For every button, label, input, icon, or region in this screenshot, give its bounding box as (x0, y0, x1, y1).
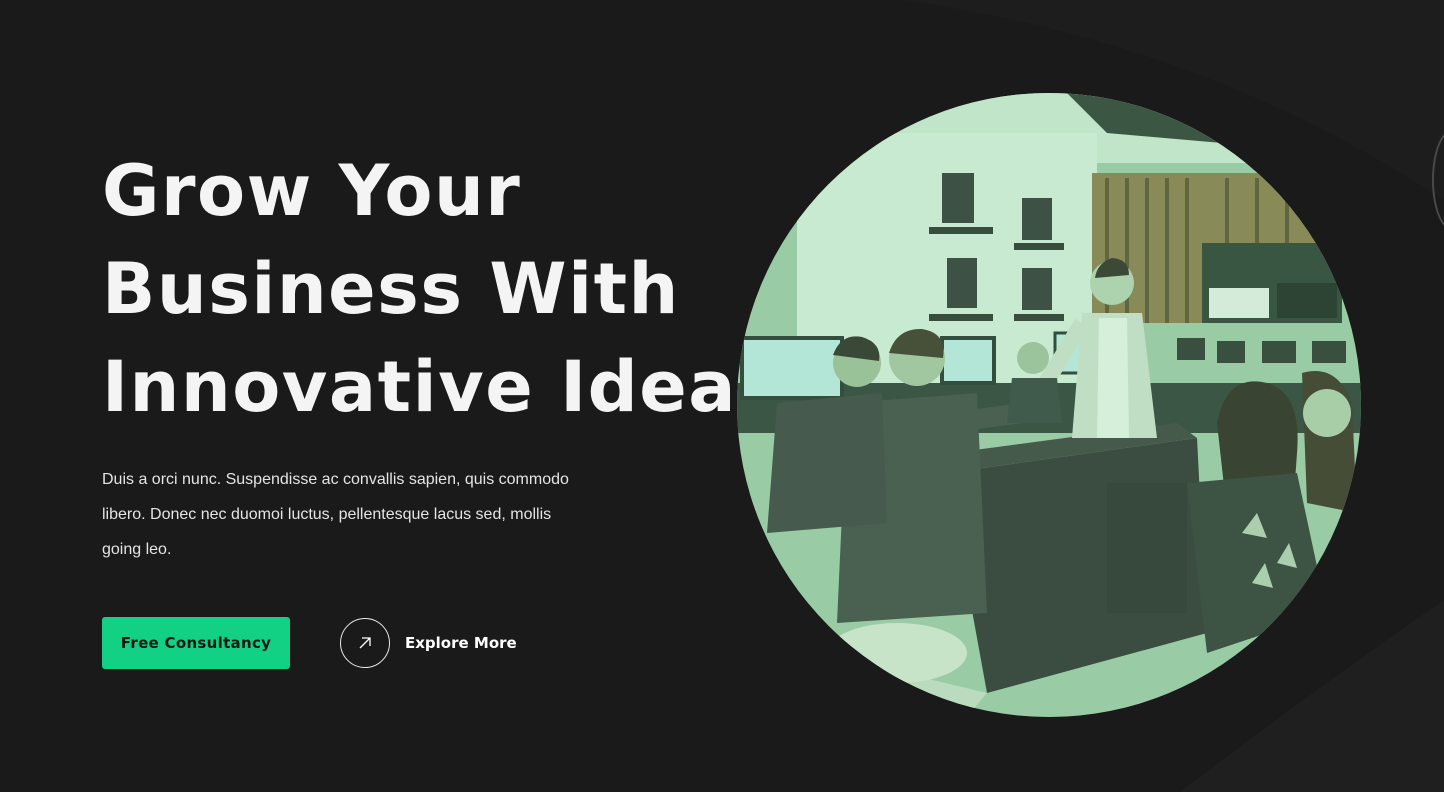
hero-section: Grow Your Business With Innovative Ideas… (0, 0, 1444, 792)
hero-headline: Grow Your Business With Innovative Ideas… (102, 142, 809, 436)
explore-more-label[interactable]: Explore More (405, 634, 517, 652)
hero-description: Duis a orci nunc. Suspendisse ac convall… (102, 471, 569, 558)
office-team-photo (737, 93, 1361, 717)
free-consultancy-button[interactable]: Free Consultancy (102, 617, 290, 669)
headline-line-1: Grow Your (102, 150, 522, 232)
headline-line-3: Innovative Ideas. (102, 346, 809, 428)
explore-more-link[interactable]: Explore More (340, 617, 517, 669)
headline-line-2: Business With (102, 248, 680, 330)
explore-circle[interactable] (340, 618, 390, 668)
arrow-up-right-icon (359, 637, 371, 649)
office-scene-illustration (737, 93, 1361, 717)
